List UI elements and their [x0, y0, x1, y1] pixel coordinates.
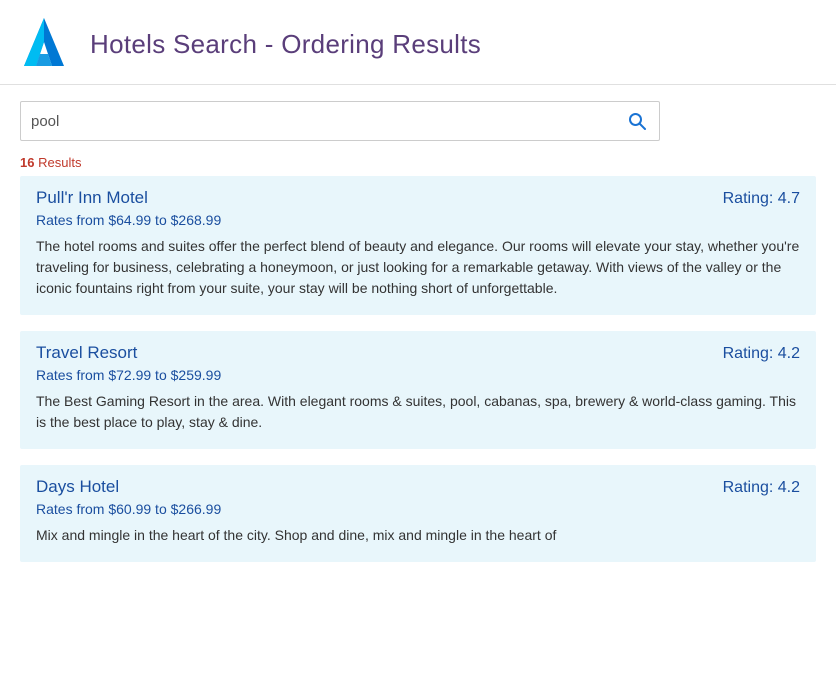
results-count-bar: 16 Results	[0, 149, 836, 176]
search-icon	[627, 111, 647, 131]
search-input[interactable]	[31, 113, 625, 130]
header: Hotels Search - Ordering Results	[0, 0, 836, 85]
hotel-card-header: Travel Resort Rating: 4.2	[36, 343, 800, 363]
hotel-rating: Rating: 4.2	[723, 479, 800, 497]
hotel-description: Mix and mingle in the heart of the city.…	[36, 525, 800, 546]
hotel-rating: Rating: 4.7	[723, 190, 800, 208]
hotel-description: The hotel rooms and suites offer the per…	[36, 236, 800, 299]
page-title: Hotels Search - Ordering Results	[90, 29, 481, 60]
hotel-card: Days Hotel Rating: 4.2 Rates from $60.99…	[20, 465, 816, 562]
results-area[interactable]: Pull'r Inn Motel Rating: 4.7 Rates from …	[0, 176, 836, 679]
hotel-card-header: Days Hotel Rating: 4.2	[36, 477, 800, 497]
page-wrapper: Hotels Search - Ordering Results 16 Resu…	[0, 0, 836, 679]
hotel-card-header: Pull'r Inn Motel Rating: 4.7	[36, 188, 800, 208]
hotel-rating: Rating: 4.2	[723, 345, 800, 363]
hotel-description: The Best Gaming Resort in the area. With…	[36, 391, 800, 433]
hotel-rates: Rates from $60.99 to $266.99	[36, 501, 800, 517]
hotel-name[interactable]: Days Hotel	[36, 477, 119, 497]
logo	[14, 14, 74, 74]
hotel-rates: Rates from $64.99 to $268.99	[36, 212, 800, 228]
hotel-name[interactable]: Travel Resort	[36, 343, 137, 363]
results-label: Results	[38, 155, 81, 170]
search-button[interactable]	[625, 111, 649, 131]
search-section	[0, 85, 836, 149]
hotel-rates: Rates from $72.99 to $259.99	[36, 367, 800, 383]
logo-icon	[14, 14, 74, 74]
results-number: 16	[20, 155, 34, 170]
main-content: Pull'r Inn Motel Rating: 4.7 Rates from …	[0, 176, 836, 679]
search-box	[20, 101, 660, 141]
hotel-name[interactable]: Pull'r Inn Motel	[36, 188, 148, 208]
hotel-card: Travel Resort Rating: 4.2 Rates from $72…	[20, 331, 816, 449]
hotel-card: Pull'r Inn Motel Rating: 4.7 Rates from …	[20, 176, 816, 315]
